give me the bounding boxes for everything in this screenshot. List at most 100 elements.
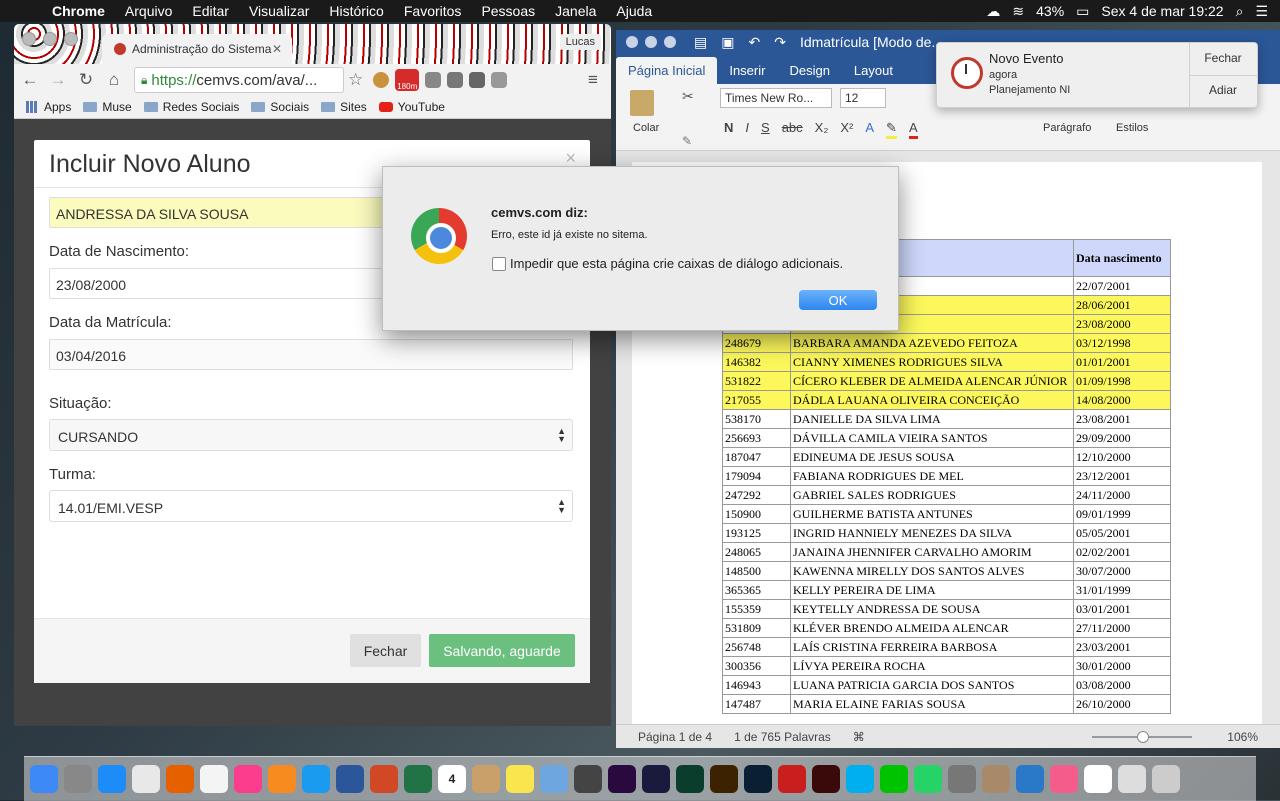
wifi-icon[interactable]: ≋ [1012, 3, 1024, 20]
menu-editar[interactable]: Editar [192, 3, 229, 19]
firefox-icon[interactable] [166, 765, 194, 793]
minimize-window-button[interactable] [645, 36, 657, 48]
keyboard-icon[interactable] [1118, 765, 1146, 793]
extension-icon[interactable] [469, 72, 486, 88]
preview-icon[interactable] [540, 765, 568, 793]
photos-icon[interactable] [200, 765, 228, 793]
ibooks-icon[interactable] [268, 765, 296, 793]
font-name-select[interactable]: Times New Ro... [720, 88, 832, 108]
chrome-icon[interactable] [132, 765, 160, 793]
undo-icon[interactable]: ↶ [748, 34, 760, 51]
close-window-button[interactable] [626, 36, 638, 48]
finder-icon[interactable] [30, 765, 58, 793]
text-effects-icon[interactable]: A [865, 120, 874, 139]
menu-arquivo[interactable]: Arquivo [125, 3, 172, 19]
close-button[interactable]: Fechar [350, 634, 421, 667]
bookmark-folder-muse[interactable]: Muse [83, 100, 132, 114]
zoom-window-button[interactable] [664, 36, 676, 48]
safari-icon[interactable] [98, 765, 126, 793]
tab-design[interactable]: Design [777, 57, 841, 84]
excel-icon[interactable] [404, 765, 432, 793]
whatsapp-icon[interactable] [914, 765, 942, 793]
clock[interactable]: Sex 4 de mar 19:22 [1101, 3, 1223, 19]
status-select[interactable]: CURSANDO ▲ ▼ [49, 419, 573, 451]
chrome-menu-icon[interactable]: ≡ [581, 70, 605, 90]
aftereffects-icon[interactable] [642, 765, 670, 793]
muse-icon[interactable] [676, 765, 704, 793]
preferences-icon[interactable] [948, 765, 976, 793]
paragraph-label[interactable]: Parágrafo [1043, 122, 1091, 134]
menu-favoritos[interactable]: Favoritos [404, 3, 462, 19]
highlight-icon[interactable]: ✎ [886, 120, 897, 139]
format-painter-icon[interactable]: ✎ [682, 134, 692, 148]
menu-visualizar[interactable]: Visualizar [249, 3, 309, 19]
cookie-extension-icon[interactable] [373, 72, 390, 88]
calendar-icon[interactable]: 4 [438, 765, 466, 793]
textedit-icon[interactable] [1084, 765, 1112, 793]
cut-icon[interactable]: ✂ [682, 88, 694, 105]
bookmark-apps[interactable]: Apps [26, 100, 71, 114]
bold-button[interactable]: N [724, 120, 733, 139]
archive-icon[interactable] [982, 765, 1010, 793]
photoshop-icon[interactable] [744, 765, 772, 793]
font-color-icon[interactable]: A [908, 120, 918, 139]
forward-arrow-icon[interactable]: → [46, 70, 70, 90]
animate-icon[interactable] [812, 765, 840, 793]
creative-cloud-icon[interactable]: ☁ [986, 3, 1000, 20]
extension-icon[interactable] [425, 72, 442, 88]
menu-app-chrome[interactable]: Chrome [52, 3, 105, 19]
ok-button[interactable]: OK [799, 290, 877, 310]
itunes-icon[interactable] [234, 765, 262, 793]
cocktail-icon[interactable] [1050, 765, 1078, 793]
subscript-button[interactable]: X₂ [815, 120, 829, 139]
page-count[interactable]: Página 1 de 4 [638, 730, 712, 744]
timer-extension-icon[interactable]: 180m [395, 69, 420, 91]
suppress-dialogs-label[interactable]: Impedir que esta página crie caixas de d… [510, 256, 843, 271]
illustrator-icon[interactable] [710, 765, 738, 793]
underline-button[interactable]: S [761, 120, 770, 139]
extension-icon[interactable] [491, 72, 508, 88]
profile-button[interactable]: Lucas [559, 34, 601, 50]
styles-label[interactable]: Estilos [1116, 122, 1148, 134]
browser-tab[interactable]: Administração do Sistema ✕ [102, 34, 292, 64]
skype-icon[interactable] [846, 765, 874, 793]
character-icon[interactable] [574, 765, 602, 793]
extension-icon[interactable] [447, 72, 464, 88]
zoom-window-button[interactable] [64, 32, 78, 46]
bookmark-star-icon[interactable]: ☆ [348, 70, 363, 90]
line-icon[interactable] [880, 765, 908, 793]
spotlight-search-icon[interactable]: ⌕ [1236, 3, 1244, 20]
bookmark-youtube[interactable]: YouTube [378, 100, 445, 114]
paste-icon[interactable] [630, 90, 654, 116]
superscript-button[interactable]: X² [840, 120, 853, 139]
suppress-dialogs-checkbox[interactable] [492, 257, 506, 271]
strikethrough-button[interactable]: abc [782, 120, 803, 139]
enroll-date-field[interactable]: 03/04/2016 [49, 339, 573, 370]
launchpad-icon[interactable] [64, 765, 92, 793]
stickies-icon[interactable] [506, 765, 534, 793]
notes-icon[interactable] [472, 765, 500, 793]
proofing-icon[interactable]: ⌘ [853, 730, 865, 744]
battery-percent[interactable]: 43% [1036, 3, 1064, 19]
tab-pagina-inicial[interactable]: Página Inicial [616, 57, 718, 84]
notification-close-button[interactable]: Fechar [1189, 51, 1257, 65]
menu-historico[interactable]: Histórico [329, 3, 383, 19]
font-size-select[interactable]: 12 [840, 88, 886, 108]
sidebar-toggle-icon[interactable]: ▤ [694, 34, 707, 51]
trash-icon[interactable] [1152, 765, 1180, 793]
edge-icon[interactable] [1016, 765, 1044, 793]
minimize-window-button[interactable] [43, 32, 57, 46]
save-icon[interactable]: ▣ [721, 34, 734, 51]
bookmark-folder-redes-sociais[interactable]: Redes Sociais [143, 100, 239, 114]
home-icon[interactable]: ⌂ [102, 70, 126, 90]
address-bar[interactable]: 🔒︎ https://cemvs.com/ava/... [134, 67, 344, 93]
premiere-icon[interactable] [608, 765, 636, 793]
zoom-slider-knob[interactable] [1137, 731, 1149, 743]
appstore-icon[interactable] [302, 765, 330, 793]
save-button[interactable]: Salvando, aguarde [429, 634, 575, 667]
bookmark-folder-sociais[interactable]: Sociais [251, 100, 309, 114]
reload-icon[interactable]: ↻ [74, 70, 98, 90]
menu-pessoas[interactable]: Pessoas [481, 3, 535, 19]
italic-button[interactable]: I [745, 120, 749, 139]
class-select[interactable]: 14.01/EMI.VESP ▲ ▼ [49, 490, 573, 522]
